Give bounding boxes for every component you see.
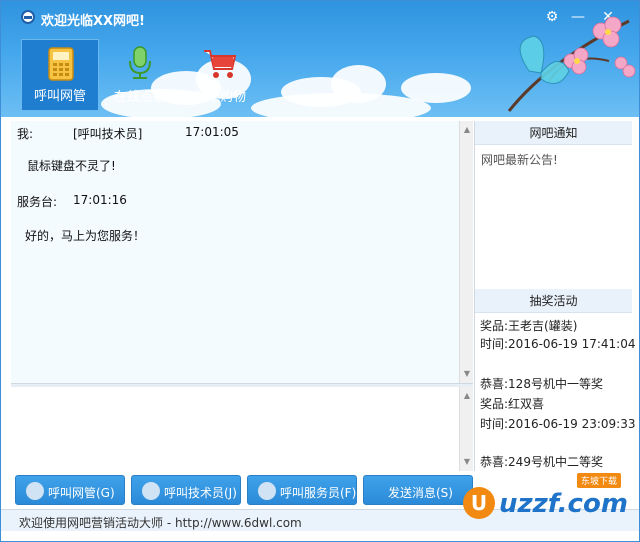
flower-butterfly-decoration bbox=[507, 16, 636, 112]
button-label: 发送消息(S) bbox=[388, 486, 453, 500]
window-title: 欢迎光临XX网吧! bbox=[41, 14, 145, 29]
nav-label: 在线点歌 bbox=[113, 90, 166, 105]
lottery-line: 时间:2016-06-19 17:41:04 bbox=[480, 337, 636, 351]
chat-message: 好的，马上为您服务！ bbox=[25, 229, 146, 243]
right-sidebar: 网吧通知 网吧最新公告! 抽奖活动 奖品:王老吉(罐装) 时间:2016-06-… bbox=[474, 121, 636, 471]
watermark-badge: 东坡下载 bbox=[577, 473, 622, 488]
app-logo-icon bbox=[21, 10, 35, 24]
nav-online-songs[interactable]: 在线点歌 bbox=[101, 39, 179, 111]
watermark: U uzzf.com 东坡下载 bbox=[455, 471, 635, 531]
chat-scrollbar[interactable]: ▲ ▼ bbox=[459, 121, 473, 383]
status-text: 欢迎使用网吧营销活动大师 - http://www.6dwl.com bbox=[19, 516, 302, 530]
nav-label: 网吧购物 bbox=[193, 90, 246, 105]
button-label: 呼叫服务员(F) bbox=[280, 486, 357, 500]
chat-history[interactable]: 我: [呼叫技术员] 17:01:05 鼠标键盘不灵了! 服务台: 17:01:… bbox=[11, 121, 473, 383]
notice-text: 网吧最新公告! bbox=[481, 153, 558, 167]
chat-time: 17:01:05 bbox=[185, 125, 239, 139]
cloud-decoration bbox=[251, 93, 431, 117]
call-tech-button[interactable]: 呼叫技术员(J) bbox=[131, 475, 241, 505]
app-window: 欢迎光临XX网吧! ⚙ — ✕ 呼叫网管 在线点歌 网吧购物 我: [呼叫技术员… bbox=[0, 0, 640, 542]
scroll-down-arrow[interactable]: ▼ bbox=[460, 367, 474, 381]
svg-text:U: U bbox=[471, 491, 487, 515]
nav-shopping[interactable]: 网吧购物 bbox=[181, 39, 259, 111]
scroll-down-arrow[interactable]: ▼ bbox=[460, 455, 474, 469]
scroll-up-arrow[interactable]: ▲ bbox=[460, 389, 474, 403]
lottery-line: 恭喜:128号机中一等奖 bbox=[480, 377, 603, 391]
input-scrollbar[interactable]: ▲ ▼ bbox=[459, 387, 473, 471]
call-service-button[interactable]: 呼叫服务员(F) bbox=[247, 475, 357, 505]
nav-label: 呼叫网管 bbox=[33, 89, 86, 104]
nav-call-admin[interactable]: 呼叫网管 bbox=[21, 39, 99, 111]
chat-sender: 我: bbox=[17, 127, 34, 141]
watermark-logo-icon: U bbox=[463, 487, 495, 519]
button-label: 呼叫技术员(J) bbox=[164, 486, 237, 500]
lottery-line: 时间:2016-06-19 23:09:33 bbox=[480, 417, 636, 431]
chat-time: 17:01:16 bbox=[73, 193, 127, 207]
notice-header: 网吧通知 bbox=[475, 121, 632, 145]
message-input[interactable] bbox=[11, 387, 473, 471]
button-label: 呼叫网管(G) bbox=[48, 486, 115, 500]
tech-avatar-icon bbox=[142, 482, 160, 500]
lottery-line: 恭喜:249号机中二等奖 bbox=[480, 455, 603, 469]
chat-tag: [呼叫技术员] bbox=[73, 127, 143, 141]
microphone-icon bbox=[129, 46, 151, 79]
chat-sender: 服务台: bbox=[17, 195, 58, 209]
watermark-text: uzzf.com bbox=[499, 489, 628, 519]
admin-avatar-icon bbox=[26, 482, 44, 500]
scroll-up-arrow[interactable]: ▲ bbox=[460, 123, 474, 137]
lottery-line: 奖品:王老吉(罐装) bbox=[480, 319, 578, 333]
lottery-line: 奖品:红双喜 bbox=[480, 397, 545, 411]
phone-icon bbox=[48, 47, 74, 81]
header-banner: 欢迎光临XX网吧! ⚙ — ✕ 呼叫网管 在线点歌 网吧购物 bbox=[1, 1, 639, 117]
lottery-header: 抽奖活动 bbox=[475, 289, 632, 313]
call-admin-button[interactable]: 呼叫网管(G) bbox=[15, 475, 125, 505]
shopping-cart-icon bbox=[204, 50, 237, 78]
chat-message: 鼠标键盘不灵了! bbox=[27, 159, 116, 173]
service-avatar-icon bbox=[258, 482, 276, 500]
